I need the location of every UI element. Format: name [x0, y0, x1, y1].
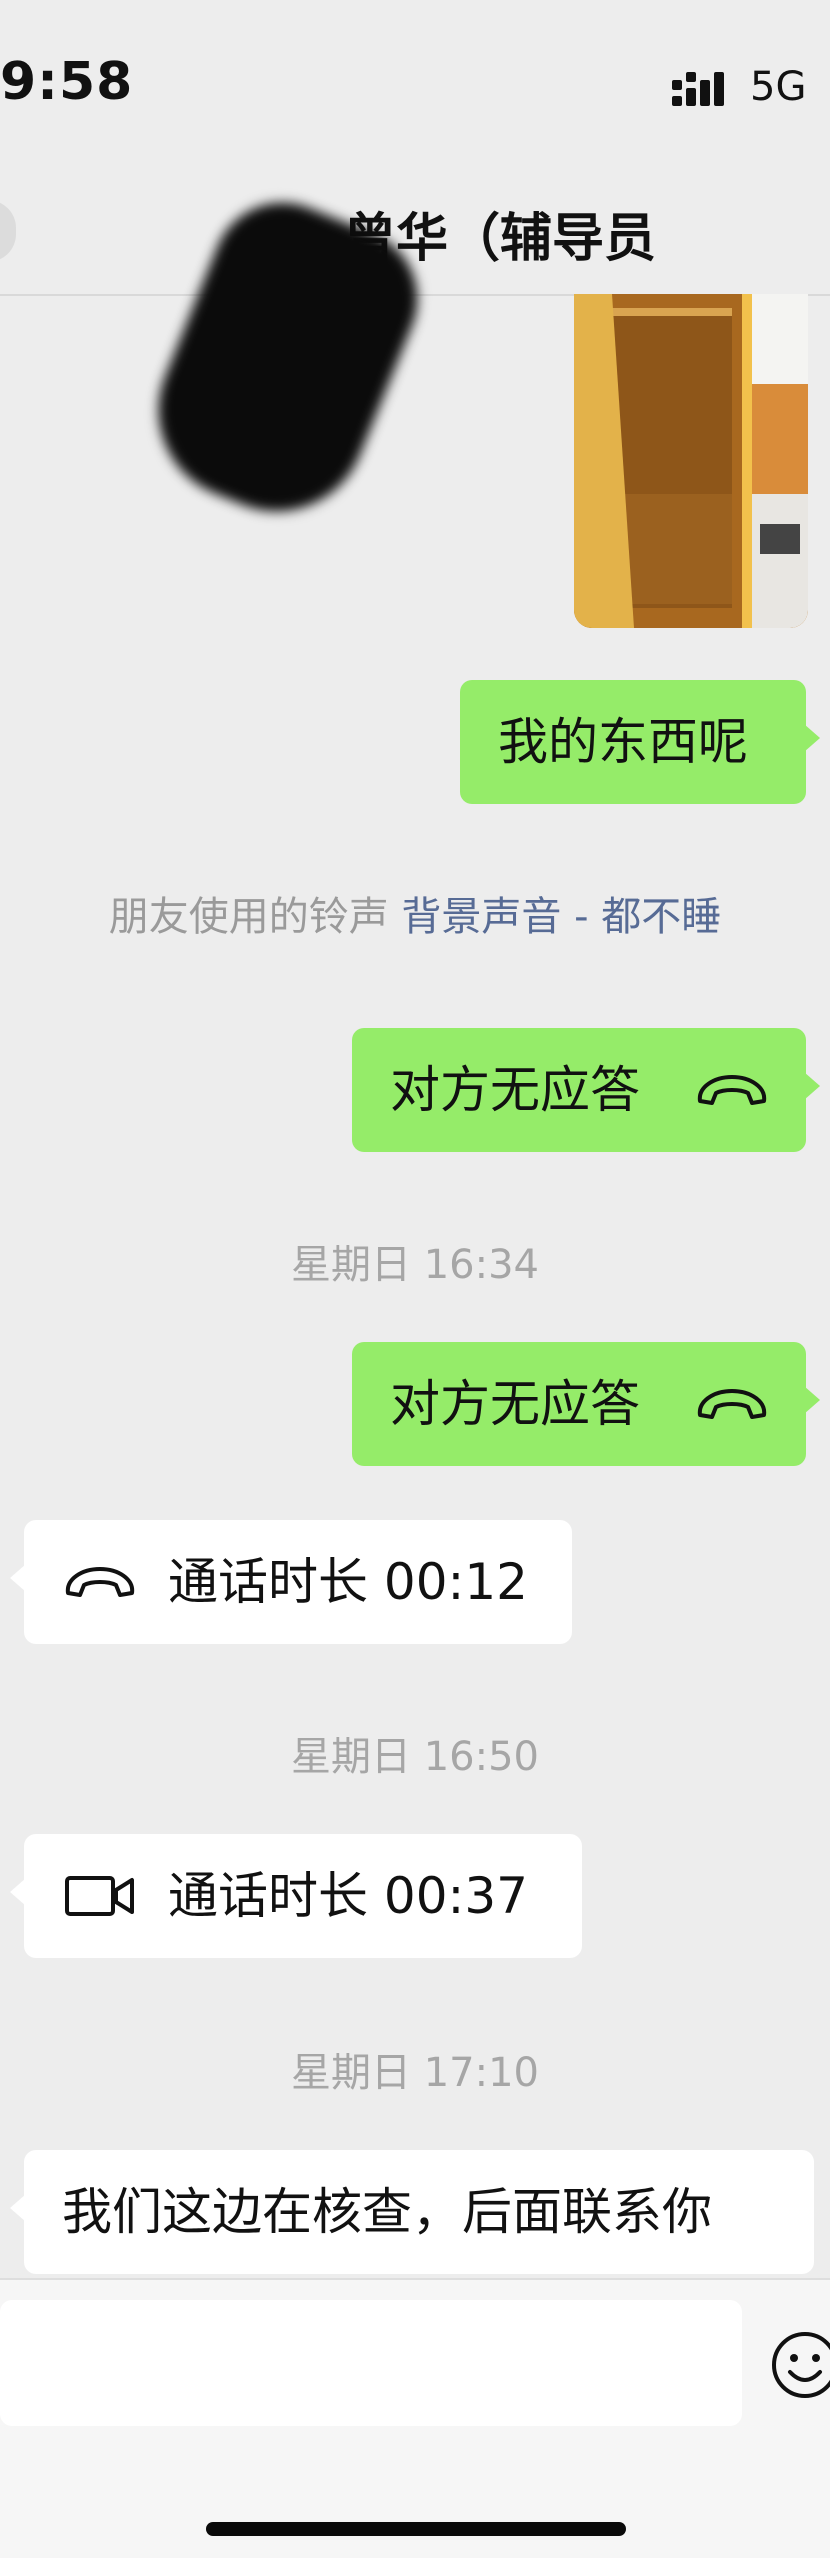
call-duration-text: 通话时长 00:12	[168, 1553, 528, 1611]
phone-handset-icon	[65, 1567, 135, 1597]
cellular-signal-icon	[672, 72, 724, 106]
timestamp: 星期日 16:34	[291, 1242, 539, 1288]
chat-header: 曾华（辅导员	[0, 170, 830, 539]
phone-handset-icon	[697, 1075, 767, 1105]
ringtone-song-link[interactable]: 背景声音 - 都不睡	[401, 894, 721, 940]
outgoing-message[interactable]: 我的东西呢	[460, 680, 820, 804]
phone-handset-icon	[697, 1389, 767, 1419]
photo-message[interactable]	[574, 294, 808, 628]
ringtone-label: 朋友使用的铃声	[108, 894, 389, 940]
call-duration-text: 通话时长 00:37	[168, 1867, 528, 1925]
timestamp: 星期日 16:50	[291, 1734, 539, 1780]
input-bar	[0, 2278, 830, 2558]
message-text: 我们这边在核查，后面联系你	[62, 2183, 712, 2241]
message-input[interactable]	[0, 2300, 742, 2426]
network-type: 5G	[750, 64, 807, 110]
timestamp: 星期日 17:10	[291, 2050, 539, 2096]
status-bar: 9:58 5G	[0, 0, 830, 170]
outgoing-call-message[interactable]: 对方无应答	[352, 1028, 820, 1152]
call-status-text: 对方无应答	[390, 1061, 640, 1119]
video-camera-icon	[65, 1876, 134, 1916]
call-status-text: 对方无应答	[390, 1375, 640, 1433]
ringtone-notice: 朋友使用的铃声 背景声音 - 都不睡	[0, 884, 830, 942]
chat-title: 曾华（辅导员	[343, 209, 656, 269]
smiley-face-icon[interactable]	[770, 2330, 830, 2400]
incoming-video-call-message[interactable]: 通话时长 00:37	[10, 1834, 582, 1958]
incoming-call-message[interactable]: 通话时长 00:12	[10, 1520, 572, 1644]
home-indicator	[206, 2522, 626, 2536]
outgoing-call-message[interactable]: 对方无应答	[352, 1342, 820, 1466]
status-time: 9:58	[0, 52, 134, 112]
message-text: 我的东西呢	[498, 713, 748, 771]
incoming-message[interactable]: 我们这边在核查，后面联系你	[10, 2150, 814, 2274]
wardrobe-photo	[574, 294, 808, 628]
